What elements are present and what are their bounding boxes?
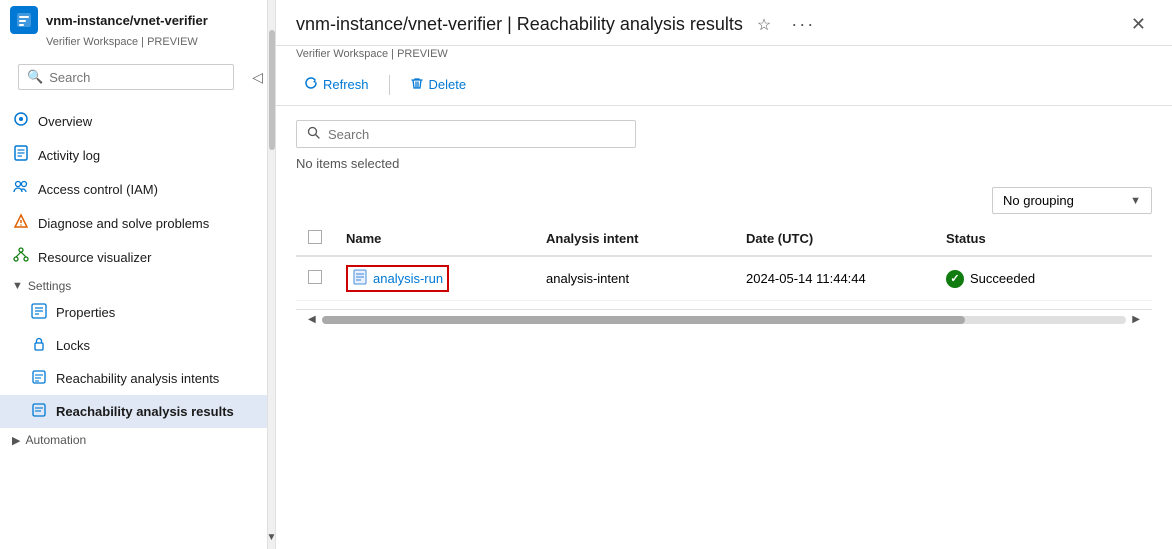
status-cell-content: ✓ Succeeded bbox=[946, 270, 1140, 288]
sidebar-item-overview-label: Overview bbox=[38, 114, 92, 129]
delete-label: Delete bbox=[429, 77, 467, 92]
analysis-run-link[interactable]: analysis-run bbox=[373, 271, 443, 286]
row-checkbox-cell bbox=[296, 256, 334, 301]
grouping-row: No grouping ▼ bbox=[296, 187, 1152, 214]
horizontal-scrollbar: ◀ ▶ bbox=[296, 309, 1152, 329]
reachability-intents-icon bbox=[30, 369, 48, 388]
sidebar-item-reachability-intents-label: Reachability analysis intents bbox=[56, 371, 219, 386]
h-scroll-thumb bbox=[322, 316, 966, 324]
page-title: vnm-instance/vnet-verifier | Reachabilit… bbox=[296, 14, 743, 35]
table-row: analysis-run analysis-intent 2024-05-14 … bbox=[296, 256, 1152, 301]
sidebar-search-icon: 🔍 bbox=[27, 69, 43, 85]
toolbar-divider bbox=[389, 75, 390, 95]
reachability-results-icon bbox=[30, 402, 48, 421]
h-scroll-left-btn[interactable]: ◀ bbox=[306, 312, 318, 327]
name-cell-content: analysis-run bbox=[346, 265, 522, 292]
sidebar-item-reachability-intents[interactable]: Reachability analysis intents bbox=[0, 362, 267, 395]
sidebar-item-iam-label: Access control (IAM) bbox=[38, 182, 158, 197]
status-success-icon: ✓ bbox=[946, 270, 964, 288]
sidebar-subtitle: Verifier Workspace | PREVIEW bbox=[0, 36, 267, 54]
row-checkbox[interactable] bbox=[308, 270, 322, 284]
activity-log-icon bbox=[12, 145, 30, 165]
sidebar-scrollbar[interactable]: ▼ bbox=[268, 0, 276, 549]
settings-expand-icon: ▼ bbox=[12, 280, 23, 292]
content-area: No items selected No grouping ▼ Name bbox=[276, 106, 1172, 549]
grouping-chevron-icon: ▼ bbox=[1130, 195, 1141, 207]
name-cell-wrapper: analysis-run bbox=[346, 265, 449, 292]
sidebar-item-activity-log[interactable]: Activity log bbox=[0, 138, 267, 172]
sidebar-nav: Overview Activity log bbox=[0, 100, 267, 549]
resource-visualizer-icon bbox=[12, 247, 30, 267]
app-icon bbox=[10, 6, 38, 34]
overview-icon bbox=[12, 111, 30, 131]
refresh-button[interactable]: Refresh bbox=[296, 72, 377, 97]
col-header-status: Status bbox=[934, 222, 1152, 256]
refresh-label: Refresh bbox=[323, 77, 369, 92]
sidebar-search-box[interactable]: 🔍 bbox=[18, 64, 234, 90]
app-title-row: vnm-instance/vnet-verifier bbox=[0, 0, 267, 36]
delete-icon bbox=[410, 76, 424, 93]
sidebar-item-locks-label: Locks bbox=[56, 338, 90, 353]
content-search-icon bbox=[307, 126, 320, 142]
iam-icon bbox=[12, 179, 30, 199]
row-intent-cell: analysis-intent bbox=[534, 256, 734, 301]
toolbar: Refresh Delete bbox=[276, 64, 1172, 106]
sidebar-item-reachability-results-label: Reachability analysis results bbox=[56, 404, 234, 419]
h-scroll-track[interactable] bbox=[322, 316, 1127, 324]
delete-button[interactable]: Delete bbox=[402, 72, 475, 97]
sidebar-resource-name: vnm-instance/vnet-verifier bbox=[46, 13, 208, 28]
sidebar-item-diagnose-label: Diagnose and solve problems bbox=[38, 216, 209, 231]
analysis-run-icon bbox=[352, 269, 368, 288]
header-checkbox-cell bbox=[296, 222, 334, 256]
page-header: vnm-instance/vnet-verifier | Reachabilit… bbox=[276, 0, 1172, 46]
settings-section-label: Settings bbox=[28, 279, 71, 293]
header-checkbox[interactable] bbox=[308, 230, 322, 244]
content-search-box[interactable] bbox=[296, 120, 636, 148]
main-content: vnm-instance/vnet-verifier | Reachabilit… bbox=[276, 0, 1172, 549]
more-options-button[interactable]: ··· bbox=[785, 10, 821, 39]
sidebar-item-properties[interactable]: Properties bbox=[0, 296, 267, 329]
locks-icon bbox=[30, 336, 48, 355]
sidebar-item-iam[interactable]: Access control (IAM) bbox=[0, 172, 267, 206]
sidebar-item-activity-log-label: Activity log bbox=[38, 148, 100, 163]
sidebar: vnm-instance/vnet-verifier Verifier Work… bbox=[0, 0, 268, 549]
row-status-value: Succeeded bbox=[970, 271, 1035, 286]
row-date-cell: 2024-05-14 11:44:44 bbox=[734, 256, 934, 301]
row-date-value: 2024-05-14 11:44:44 bbox=[746, 271, 866, 286]
row-intent-value: analysis-intent bbox=[546, 271, 629, 286]
sidebar-item-resource-visualizer-label: Resource visualizer bbox=[38, 250, 151, 265]
sidebar-item-diagnose[interactable]: Diagnose and solve problems bbox=[0, 206, 267, 240]
diagnose-icon bbox=[12, 213, 30, 233]
scroll-down-arrow[interactable]: ▼ bbox=[267, 532, 277, 543]
sidebar-item-locks[interactable]: Locks bbox=[0, 329, 267, 362]
results-table: Name Analysis intent Date (UTC) Status bbox=[296, 222, 1152, 301]
refresh-icon bbox=[304, 76, 318, 93]
favorite-button[interactable]: ☆ bbox=[751, 11, 777, 39]
content-search-input[interactable] bbox=[328, 127, 625, 142]
col-header-intent: Analysis intent bbox=[534, 222, 734, 256]
sidebar-item-properties-label: Properties bbox=[56, 305, 115, 320]
settings-section[interactable]: ▼ Settings bbox=[0, 274, 267, 296]
close-window-button[interactable]: ✕ bbox=[1125, 10, 1152, 39]
properties-icon bbox=[30, 303, 48, 322]
grouping-label: No grouping bbox=[1003, 193, 1074, 208]
col-header-date: Date (UTC) bbox=[734, 222, 934, 256]
resource-path: Verifier Workspace | PREVIEW bbox=[276, 46, 1172, 64]
grouping-dropdown[interactable]: No grouping ▼ bbox=[992, 187, 1152, 214]
sidebar-item-overview[interactable]: Overview bbox=[0, 104, 267, 138]
sidebar-item-resource-visualizer[interactable]: Resource visualizer bbox=[0, 240, 267, 274]
col-header-name: Name bbox=[334, 222, 534, 256]
sidebar-collapse-btn[interactable]: ◁ bbox=[248, 67, 267, 88]
automation-section-label: Automation bbox=[25, 433, 86, 447]
row-name-cell: analysis-run bbox=[334, 256, 534, 301]
table-header-row: Name Analysis intent Date (UTC) Status bbox=[296, 222, 1152, 256]
automation-expand-icon: ▶ bbox=[12, 434, 20, 447]
row-status-cell: ✓ Succeeded bbox=[934, 256, 1152, 301]
no-items-label: No items selected bbox=[296, 156, 1152, 171]
automation-section[interactable]: ▶ Automation bbox=[0, 428, 267, 450]
sidebar-item-reachability-results[interactable]: Reachability analysis results bbox=[0, 395, 267, 428]
h-scroll-right-btn[interactable]: ▶ bbox=[1130, 312, 1142, 327]
sidebar-search-input[interactable] bbox=[49, 70, 225, 85]
